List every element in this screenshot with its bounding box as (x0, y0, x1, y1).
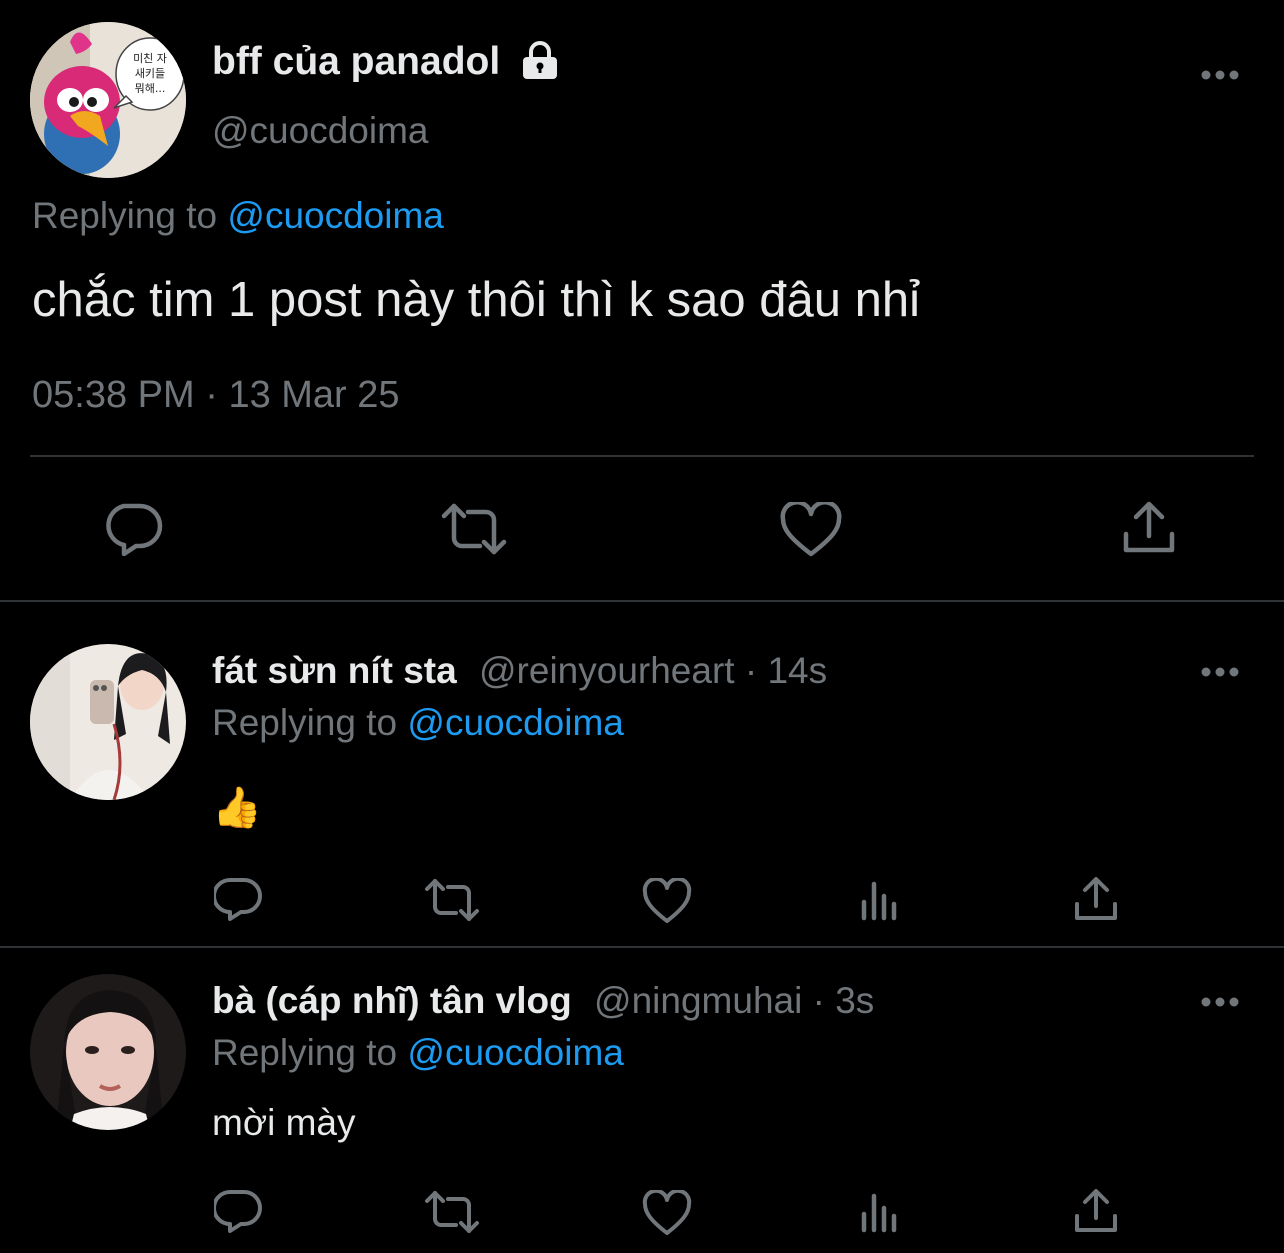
replying-to-line: Replying to @cuocdoima (212, 1032, 624, 1074)
svg-text:새키들: 새키들 (135, 67, 165, 80)
reply-display-name[interactable]: fát sừn nít sta (212, 650, 457, 691)
share-icon[interactable] (1122, 500, 1176, 556)
svg-text:뭐해...: 뭐해... (135, 81, 166, 95)
replying-to-line: Replying to @cuocdoima (32, 195, 444, 237)
avatar-photo (30, 644, 186, 800)
main-handle[interactable]: @cuocdoima (212, 110, 429, 152)
replying-to-label: Replying to (32, 195, 218, 236)
tweet-thread: 미친 자 새키들 뭐해... bff của panadol @cuocdoim… (0, 0, 1284, 1253)
reply-handle[interactable]: @reinyourheart (479, 650, 735, 691)
main-display-name[interactable]: bff của panadol (212, 40, 500, 84)
reply-header: fát sừn nít sta @reinyourheart · 14s (212, 650, 827, 692)
like-icon[interactable] (642, 878, 692, 924)
replying-to-mention[interactable]: @cuocdoima (227, 195, 444, 236)
like-icon[interactable] (780, 502, 842, 558)
tweet-time[interactable]: 05:38 PM (32, 374, 195, 416)
reply-text: 👍 (212, 786, 262, 830)
replying-to-label: Replying to (212, 1032, 398, 1073)
retweet-icon[interactable] (440, 502, 508, 556)
reply-avatar[interactable] (30, 644, 186, 800)
main-name-row: bff của panadol (212, 40, 562, 84)
views-icon[interactable] (860, 1192, 902, 1234)
replying-to-line: Replying to @cuocdoima (212, 702, 624, 744)
share-icon[interactable] (1074, 1188, 1118, 1234)
main-tweet: 미친 자 새키들 뭐해... bff của panadol @cuocdoim… (0, 0, 1284, 602)
reply-icon[interactable] (214, 876, 262, 922)
more-icon[interactable] (1200, 68, 1240, 80)
replying-to-label: Replying to (212, 702, 398, 743)
lock-icon (518, 40, 562, 84)
views-icon[interactable] (860, 880, 902, 922)
reply-time[interactable]: · 14s (745, 650, 827, 691)
reply-display-name[interactable]: bà (cáp nhĩ) tân vlog (212, 980, 572, 1021)
main-tweet-text: chắc tim 1 post này thôi thì k sao đâu n… (32, 273, 920, 327)
tweet-date[interactable]: 13 Mar 25 (228, 374, 399, 416)
more-icon[interactable] (1200, 995, 1240, 1007)
main-avatar[interactable]: 미친 자 새키들 뭐해... (30, 22, 186, 178)
reply-tweet[interactable]: fát sừn nít sta @reinyourheart · 14s Rep… (0, 602, 1284, 948)
retweet-icon[interactable] (424, 1190, 480, 1234)
reply-handle[interactable]: @ningmuhai (594, 980, 802, 1021)
more-icon[interactable] (1200, 665, 1240, 677)
retweet-icon[interactable] (424, 878, 480, 922)
svg-text:미친 자: 미친 자 (133, 52, 167, 65)
avatar-photo (30, 974, 186, 1130)
timestamp-separator: · (205, 374, 218, 416)
actions-divider (30, 455, 1254, 457)
replying-to-mention[interactable]: @cuocdoima (407, 702, 624, 743)
share-icon[interactable] (1074, 876, 1118, 922)
reply-text: mời mày (212, 1102, 356, 1143)
replying-to-mention[interactable]: @cuocdoima (407, 1032, 624, 1073)
reply-icon[interactable] (104, 500, 164, 556)
reply-time[interactable]: · 3s (813, 980, 875, 1021)
reply-header: bà (cáp nhĩ) tân vlog @ningmuhai · 3s (212, 980, 874, 1022)
reply-tweet[interactable]: bà (cáp nhĩ) tân vlog @ningmuhai · 3s Re… (0, 948, 1284, 1253)
timestamp-row: 05:38 PM · 13 Mar 25 (32, 374, 400, 417)
like-icon[interactable] (642, 1190, 692, 1236)
reply-icon[interactable] (214, 1188, 262, 1234)
avatar-bird-image: 미친 자 새키들 뭐해... (30, 22, 186, 178)
reply-avatar[interactable] (30, 974, 186, 1130)
